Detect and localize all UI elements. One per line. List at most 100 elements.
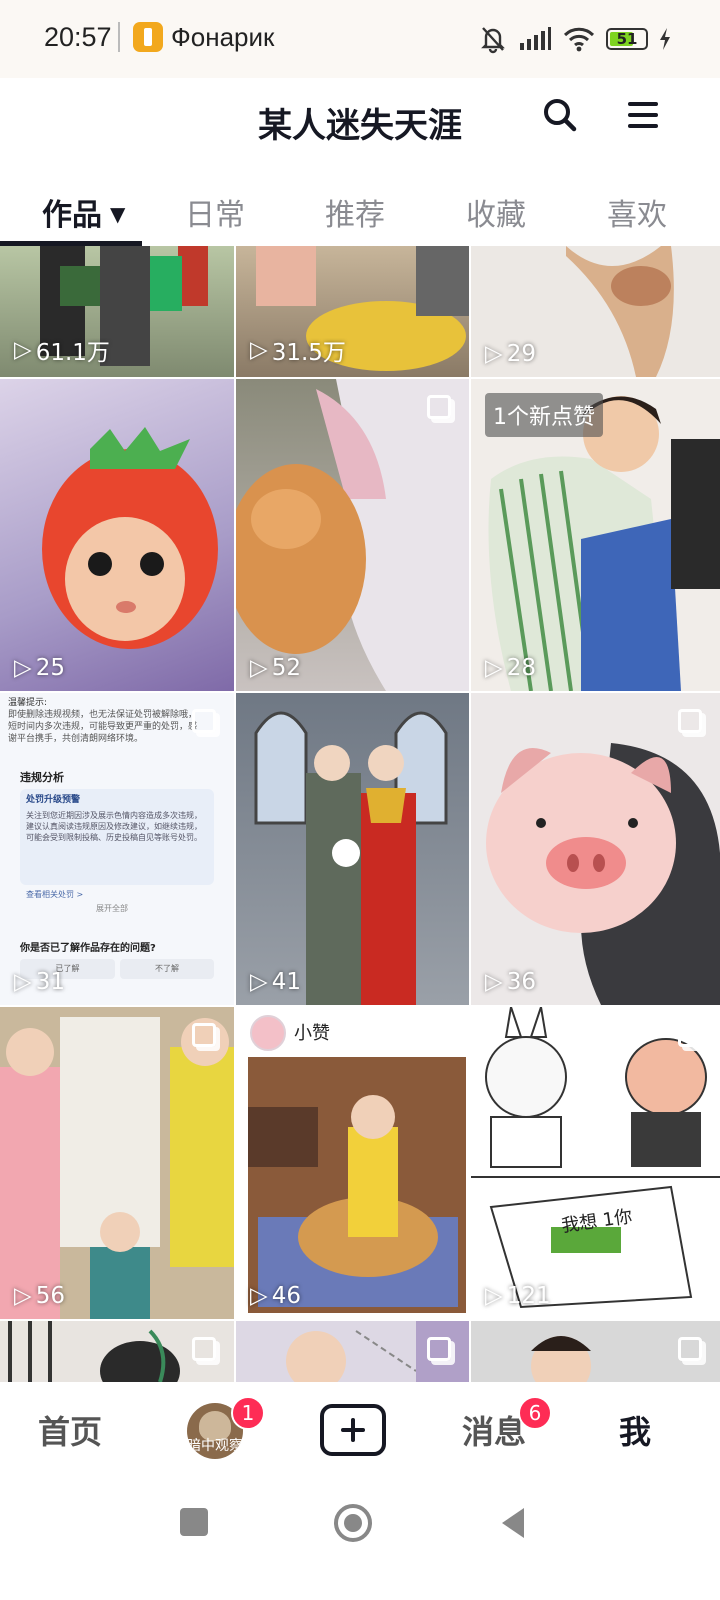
play-count: ▷ 36 [485, 969, 536, 995]
video-tile[interactable]: ▷ 52 [236, 379, 469, 691]
play-count-value: 31 [35, 969, 65, 995]
play-count: ▷ 28 [485, 655, 536, 681]
play-count-value: 121 [506, 1283, 551, 1309]
thumbnail-art [471, 1007, 720, 1309]
tab-favorites[interactable]: 收藏 [466, 190, 526, 234]
friend-notification-badge: 1 [231, 1396, 265, 1430]
tab-daily[interactable]: 日常 [185, 190, 245, 234]
select-checkbox[interactable] [678, 1023, 702, 1047]
video-tile[interactable]: ▷ 56 [0, 1007, 234, 1319]
select-checkbox[interactable] [427, 1337, 451, 1361]
screenshot-tip: 温馨提示: 即使删除违规视频，也无法保证处罚被解除哦，短时间内多次违规，可能导致… [8, 697, 198, 745]
video-tile[interactable]: ▷ 31.5万 [236, 246, 469, 377]
home-icon[interactable] [334, 1504, 372, 1542]
video-tile[interactable]: 温馨提示: 即使删除违规视频，也无法保证处罚被解除哦，短时间内多次违规，可能导致… [0, 693, 234, 1005]
play-icon: ▷ [14, 1283, 32, 1309]
play-icon: ▷ [485, 655, 503, 681]
tab-works[interactable]: 作品 ▼ [42, 190, 125, 234]
video-tile[interactable]: 我想 1你 ▷ 121 [471, 1007, 720, 1319]
video-tile[interactable]: 1个新点赞 ▷ 28 [471, 379, 720, 691]
play-count-value: 29 [506, 341, 536, 367]
nav-me[interactable]: 我 [619, 1407, 651, 1453]
recents-icon[interactable] [180, 1508, 208, 1536]
view-penalty-link: 查看相关处罚 > [26, 890, 84, 899]
flashlight-icon [133, 22, 163, 52]
select-checkbox[interactable] [427, 395, 451, 419]
play-count: ▷ 25 [14, 655, 65, 681]
create-post-button[interactable] [320, 1404, 386, 1456]
play-count-value: 46 [271, 1283, 301, 1309]
select-checkbox[interactable] [427, 1023, 451, 1047]
play-count: ▷ 61.1万 [14, 333, 110, 367]
play-count: ▷ 52 [250, 655, 301, 681]
nav-home[interactable]: 首页 [38, 1407, 102, 1453]
video-tile[interactable]: ▷ 36 [471, 693, 720, 1005]
thumbnail-art [254, 711, 448, 1005]
play-count: ▷ 31 [14, 969, 65, 995]
play-count: ▷ 56 [14, 1283, 65, 1309]
status-separator [118, 22, 120, 52]
video-grid: ▷ 61.1万 ▷ 31.5万 ▷ 29 ▷ 25 ▷ 52 1个新点赞 ▷ 2… [0, 246, 720, 1382]
select-checkbox[interactable] [192, 709, 216, 733]
video-tile[interactable] [471, 1321, 720, 1382]
tab-recommend[interactable]: 推荐 [325, 190, 385, 234]
battery-level: 51 [616, 30, 638, 48]
video-tile[interactable] [0, 1321, 234, 1382]
tip-title: 温馨提示: [8, 698, 48, 708]
new-like-badge: 1个新点赞 [485, 393, 603, 437]
play-icon: ▷ [485, 969, 503, 995]
thumbnail-art [42, 427, 218, 649]
play-count: ▷ 41 [250, 969, 301, 995]
select-checkbox[interactable] [192, 1023, 216, 1047]
warning-body: 关注到您近期因涉及展示色情内容造成多次违规，建议认真阅读违规原因及修改建议，如继… [26, 811, 202, 842]
select-checkbox[interactable] [678, 1337, 702, 1361]
avatar [250, 1015, 286, 1051]
video-tile[interactable]: 小赞 ▷ 46 [236, 1007, 469, 1319]
play-icon: ▷ [250, 655, 268, 681]
back-icon[interactable] [498, 1506, 528, 1540]
play-count-value: 41 [271, 969, 301, 995]
tile-caption: 小赞 [294, 1023, 330, 1044]
play-count-value: 28 [506, 655, 536, 681]
search-icon[interactable] [543, 98, 577, 132]
select-checkbox[interactable] [678, 709, 702, 733]
play-count-value: 52 [271, 655, 301, 681]
video-tile[interactable]: ▷ 61.1万 [0, 246, 234, 377]
page-title: 某人迷失天涯 [258, 106, 462, 146]
play-icon: ▷ [485, 341, 503, 367]
tab-likes[interactable]: 喜欢 [607, 190, 667, 234]
wifi-icon [563, 27, 595, 52]
expand-all: 展开全部 [96, 904, 128, 913]
charging-icon [660, 28, 670, 50]
select-checkbox[interactable] [192, 1337, 216, 1361]
video-tile[interactable]: ▷ 41 [236, 693, 469, 1005]
signal-icon [520, 27, 551, 50]
caret-down-icon: ▼ [110, 202, 126, 226]
warning-card: 处罚升级预警 关注到您近期因涉及展示色情内容造成多次违规，建议认真阅读违规原因及… [20, 789, 214, 885]
play-count-value: 31.5万 [271, 340, 346, 366]
thumbnail-art [236, 379, 469, 691]
play-icon: ▷ [14, 337, 32, 363]
play-icon: ▷ [485, 1283, 503, 1309]
play-icon: ▷ [250, 969, 268, 995]
video-tile[interactable]: ▷ 25 [0, 379, 234, 691]
play-count-value: 61.1万 [35, 340, 110, 366]
question-text: 你是否已了解作品存在的问题? [20, 943, 156, 954]
nav-messages[interactable]: 消息 [462, 1407, 526, 1453]
tab-works-label: 作品 [42, 198, 102, 233]
tip-body: 即使删除违规视频，也无法保证处罚被解除哦，短时间内多次违规，可能导致更严重的处罚… [8, 710, 198, 744]
battery-icon: 51 [606, 28, 648, 50]
warning-title: 处罚升级预警 [26, 795, 81, 805]
thumbnail-art [486, 743, 720, 1005]
thumbnail-art [248, 1057, 466, 1313]
play-count: ▷ 46 [250, 1283, 301, 1309]
video-tile[interactable] [236, 1321, 469, 1382]
messages-badge: 6 [518, 1396, 552, 1430]
video-tile[interactable]: ▷ 29 [471, 246, 720, 377]
analysis-title: 违规分析 [20, 771, 64, 784]
menu-icon[interactable] [628, 102, 658, 128]
status-bar: 20:57 Фонарик 51 [0, 0, 720, 78]
play-icon: ▷ [14, 969, 32, 995]
play-count-value: 25 [35, 655, 65, 681]
thumbnail-art [0, 1017, 234, 1319]
